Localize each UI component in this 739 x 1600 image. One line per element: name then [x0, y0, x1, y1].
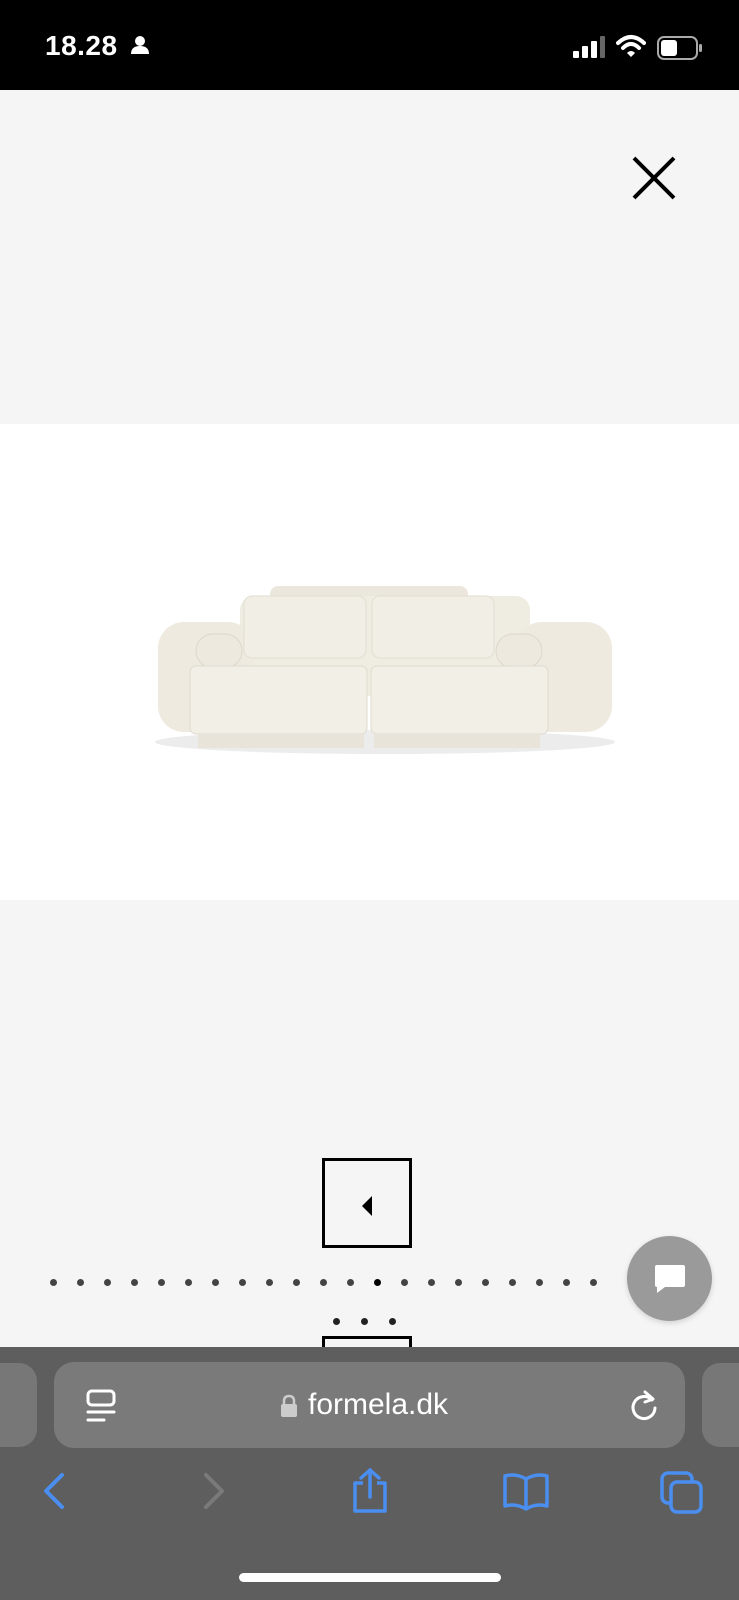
slide-indicator[interactable]: [40, 1276, 607, 1290]
reload-icon[interactable]: [628, 1388, 660, 1427]
slide-dot[interactable]: [158, 1279, 165, 1286]
more-thumbnails-indicator: [333, 1318, 417, 1325]
slide-dot[interactable]: [482, 1279, 489, 1286]
slide-dot[interactable]: [509, 1279, 516, 1286]
previous-tab-preview[interactable]: [0, 1363, 37, 1447]
signal-icon: [573, 36, 605, 63]
forward-icon: [198, 1471, 228, 1516]
slide-dot[interactable]: [401, 1279, 408, 1286]
browser-toolbar: formela.dk: [0, 1347, 739, 1600]
slide-dot[interactable]: [266, 1279, 273, 1286]
ellipsis-dot: [333, 1318, 340, 1325]
tabs-icon[interactable]: [660, 1471, 704, 1520]
close-icon: [632, 156, 676, 200]
slide-dot-active[interactable]: [374, 1279, 381, 1286]
url-text: formela.dk: [308, 1388, 449, 1421]
chat-bubble-icon: [655, 1265, 685, 1293]
slide-dot[interactable]: [50, 1279, 57, 1286]
caret-left-icon: [362, 1196, 372, 1216]
wifi-icon: [616, 34, 646, 63]
lock-icon: [280, 1394, 298, 1423]
ellipsis-dot: [389, 1318, 396, 1325]
ellipsis-dot: [361, 1318, 368, 1325]
status-time: 18.28: [45, 30, 118, 61]
slide-dot[interactable]: [320, 1279, 327, 1286]
product-image-panel: [0, 424, 739, 900]
chat-button[interactable]: [627, 1236, 712, 1321]
slide-dot[interactable]: [77, 1279, 84, 1286]
person-icon: [130, 35, 150, 60]
slide-dot[interactable]: [104, 1279, 111, 1286]
share-icon[interactable]: [349, 1467, 391, 1520]
slide-dot[interactable]: [590, 1279, 597, 1286]
gallery-top-area: [0, 90, 739, 424]
back-icon[interactable]: [40, 1471, 70, 1516]
battery-icon: [657, 36, 703, 65]
slide-dot[interactable]: [293, 1279, 300, 1286]
slide-dot[interactable]: [239, 1279, 246, 1286]
sofa-image: [150, 582, 620, 767]
slide-dot[interactable]: [212, 1279, 219, 1286]
slide-dot[interactable]: [185, 1279, 192, 1286]
address-bar[interactable]: formela.dk: [54, 1362, 685, 1448]
slide-dot[interactable]: [347, 1279, 354, 1286]
slide-dot[interactable]: [455, 1279, 462, 1286]
bookmarks-icon[interactable]: [502, 1471, 550, 1516]
reader-icon[interactable]: [86, 1389, 118, 1428]
home-indicator[interactable]: [239, 1573, 501, 1582]
slide-dot[interactable]: [563, 1279, 570, 1286]
next-tab-preview[interactable]: [702, 1363, 739, 1447]
slide-dot[interactable]: [131, 1279, 138, 1286]
slide-dot[interactable]: [536, 1279, 543, 1286]
slide-dot[interactable]: [428, 1279, 435, 1286]
status-bar: 18.28: [0, 0, 739, 90]
close-button[interactable]: [628, 152, 680, 204]
previous-image-button[interactable]: [322, 1158, 412, 1248]
